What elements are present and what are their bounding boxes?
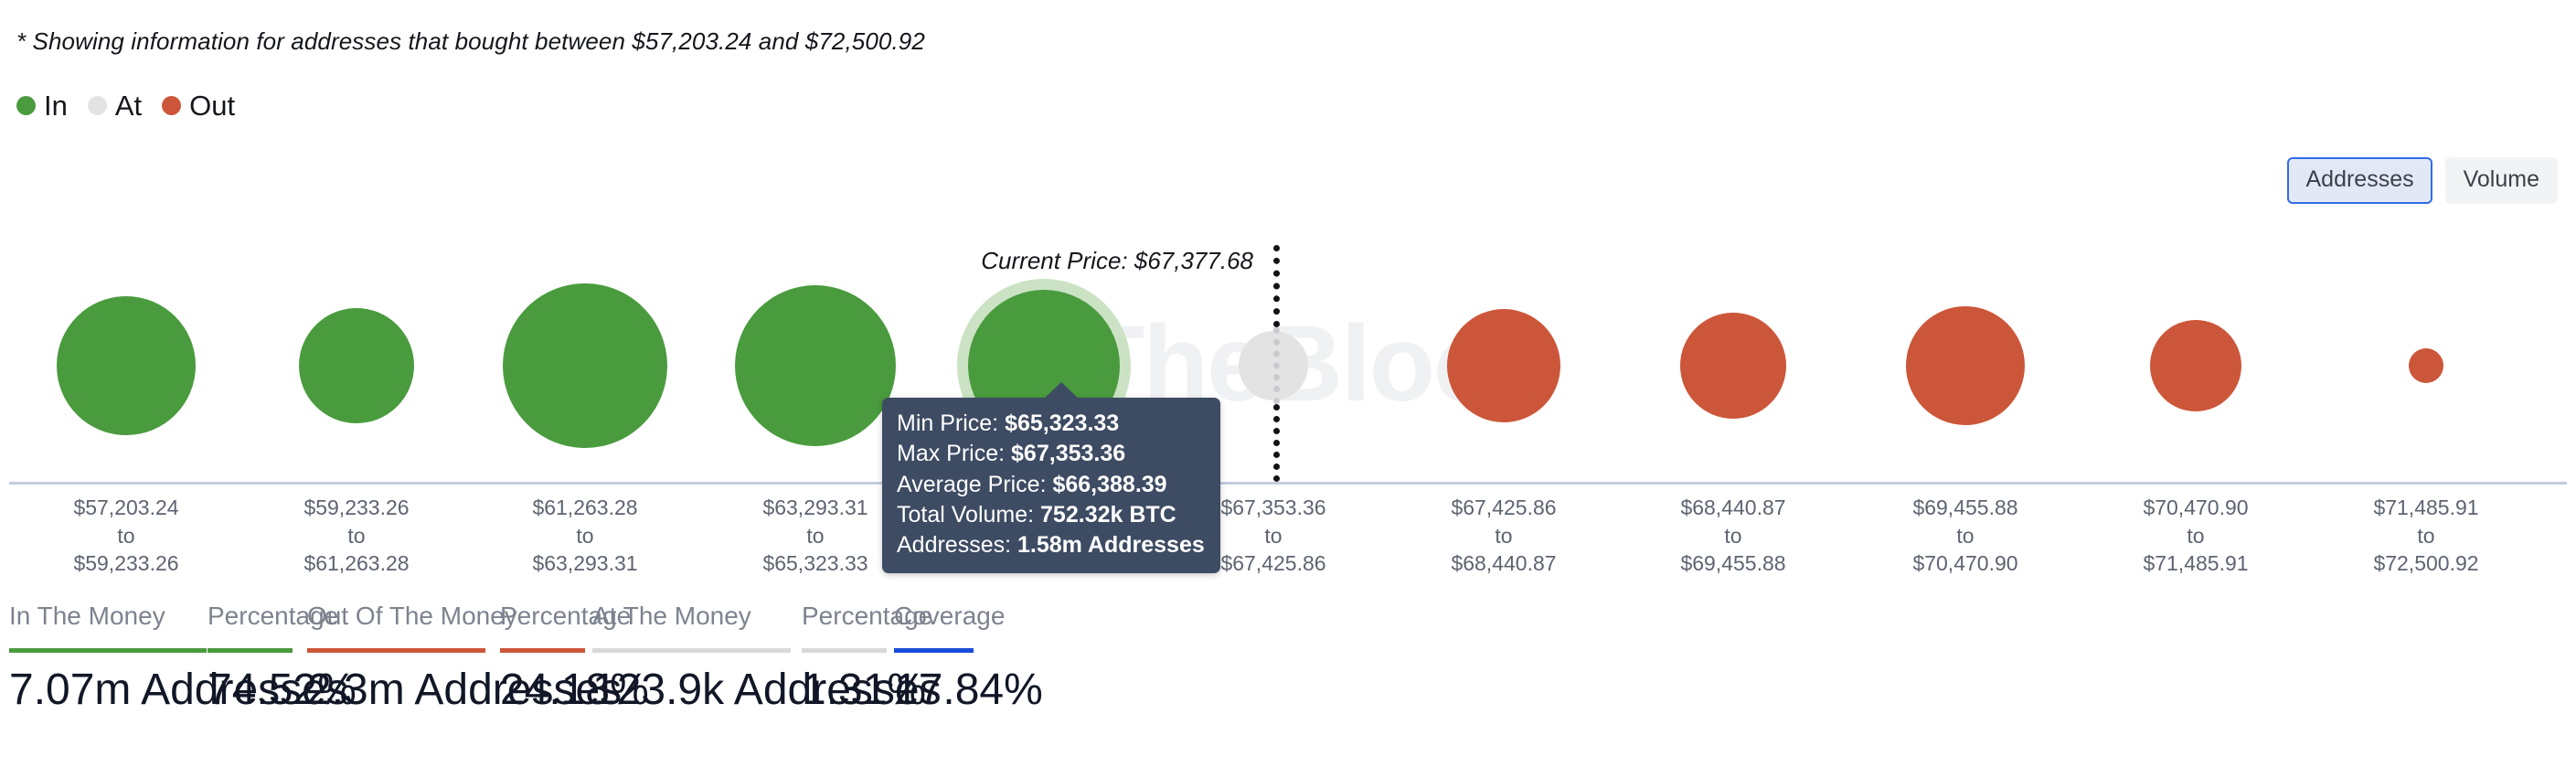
bucket-range-high: $71,485.91	[2143, 549, 2248, 578]
bucket-range-low: $68,440.87	[1680, 494, 1785, 522]
bucket-range-separator: to	[1680, 522, 1785, 550]
price-bucket-bubble[interactable]	[2150, 320, 2241, 411]
tooltip-row-label: Average Price:	[897, 472, 1052, 497]
tooltip-row-label: Total Volume:	[897, 502, 1040, 528]
tooltip-row: Average Price: $66,388.39	[882, 470, 1220, 500]
current-price-dotted-line	[1273, 245, 1280, 327]
current-price-dotted-line	[1273, 327, 1280, 404]
tooltip-row: Total Volume: 752.32k BTC	[882, 500, 1220, 530]
current-price-annotation: Current Price: $67,377.68	[981, 247, 1253, 275]
bucket-tooltip: Min Price: $65,323.33Max Price: $67,353.…	[882, 398, 1220, 573]
x-axis-bucket-label: $61,263.28to$63,293.31	[532, 494, 637, 578]
x-axis-bucket-label: $68,440.87to$69,455.88	[1680, 494, 1785, 578]
tooltip-row-label: Addresses:	[897, 532, 1017, 558]
bucket-range-high: $63,293.31	[532, 549, 637, 578]
price-bucket-bubble[interactable]	[1447, 309, 1560, 422]
x-axis-bucket-label: $63,293.31to$65,323.33	[762, 494, 868, 578]
bucket-range-high: $61,263.28	[303, 549, 409, 578]
metric-accent-rule	[208, 648, 293, 653]
tooltip-row-value: $65,323.33	[1005, 410, 1119, 436]
bucket-range-high: $69,455.88	[1680, 549, 1785, 578]
x-axis-bucket-label: $59,233.26to$61,263.28	[303, 494, 409, 578]
bucket-range-high: $59,233.26	[73, 549, 178, 578]
bucket-range-high: $68,440.87	[1451, 549, 1556, 578]
current-price-dotted-line	[1273, 404, 1280, 482]
metric-accent-rule	[894, 648, 974, 653]
tooltip-row-value: $67,353.36	[1011, 441, 1125, 466]
x-axis-bucket-label: $69,455.88to$70,470.90	[1912, 494, 2017, 578]
tooltip-arrow	[1044, 382, 1079, 399]
bucket-range-separator: to	[303, 522, 409, 550]
tooltip-row: Min Price: $65,323.33	[882, 409, 1220, 439]
metric-accent-rule	[802, 648, 887, 653]
bucket-range-separator: to	[2373, 522, 2478, 550]
bucket-range-low: $61,263.28	[532, 494, 637, 522]
price-bucket-bubble[interactable]	[503, 283, 667, 448]
x-axis-bucket-label: $70,470.90to$71,485.91	[2143, 494, 2248, 578]
metric-accent-rule	[9, 648, 207, 653]
price-bucket-bubble[interactable]	[2409, 348, 2443, 383]
metric-label: Coverage	[894, 603, 1043, 629]
bucket-range-high: $70,470.90	[1912, 549, 2017, 578]
bucket-range-separator: to	[1912, 522, 2017, 550]
metric-accent-rule	[592, 648, 791, 653]
bitcoin-in-out-of-money-chart: * Showing information for addresses that…	[0, 0, 2576, 778]
bucket-range-separator: to	[1220, 522, 1325, 550]
bucket-range-low: $70,470.90	[2143, 494, 2248, 522]
summary-metrics: In The Money7.07m AddressesPercentage74.…	[0, 603, 2576, 778]
bucket-range-separator: to	[762, 522, 868, 550]
x-axis-labels: $57,203.24to$59,233.26$59,233.26to$61,26…	[0, 494, 2576, 576]
metric-value: 17.84%	[894, 667, 1043, 713]
x-axis-bucket-label: $71,485.91to$72,500.92	[2373, 494, 2478, 578]
tooltip-row: Max Price: $67,353.36	[882, 439, 1220, 469]
tooltip-row-value: 752.32k BTC	[1040, 502, 1176, 528]
bucket-range-separator: to	[2143, 522, 2248, 550]
x-axis-bucket-label: $67,353.36to$67,425.86	[1220, 494, 1325, 578]
tooltip-row-value: $66,388.39	[1052, 472, 1166, 497]
bucket-range-separator: to	[532, 522, 637, 550]
metric-card: Coverage 17.84%	[894, 603, 1043, 713]
bucket-range-low: $63,293.31	[762, 494, 868, 522]
price-bucket-bubble[interactable]	[1906, 306, 2025, 425]
x-axis-bucket-label: $57,203.24to$59,233.26	[73, 494, 178, 578]
tooltip-row-label: Max Price:	[897, 441, 1011, 466]
bucket-range-low: $67,353.36	[1220, 494, 1325, 522]
bucket-range-low: $71,485.91	[2373, 494, 2478, 522]
bucket-range-low: $67,425.86	[1451, 494, 1556, 522]
price-bucket-bubble[interactable]	[57, 296, 196, 435]
bucket-range-separator: to	[1451, 522, 1556, 550]
price-bucket-bubble[interactable]	[1680, 313, 1786, 419]
price-bucket-bubble[interactable]	[299, 308, 414, 423]
bucket-range-high: $67,425.86	[1220, 549, 1325, 578]
tooltip-row-label: Min Price:	[897, 410, 1005, 436]
bucket-range-low: $59,233.26	[303, 494, 409, 522]
metric-accent-rule	[500, 648, 585, 653]
x-axis-line	[9, 482, 2567, 485]
tooltip-row: Addresses: 1.58m Addresses	[882, 530, 1220, 560]
bucket-range-separator: to	[73, 522, 178, 550]
bucket-range-high: $65,323.33	[762, 549, 868, 578]
tooltip-row-value: 1.58m Addresses	[1017, 532, 1205, 558]
x-axis-bucket-label: $67,425.86to$68,440.87	[1451, 494, 1556, 578]
metric-accent-rule	[307, 648, 485, 653]
bucket-range-low: $57,203.24	[73, 494, 178, 522]
price-bucket-bubble[interactable]	[735, 285, 896, 446]
bucket-range-low: $69,455.88	[1912, 494, 2017, 522]
bucket-range-high: $72,500.92	[2373, 549, 2478, 578]
